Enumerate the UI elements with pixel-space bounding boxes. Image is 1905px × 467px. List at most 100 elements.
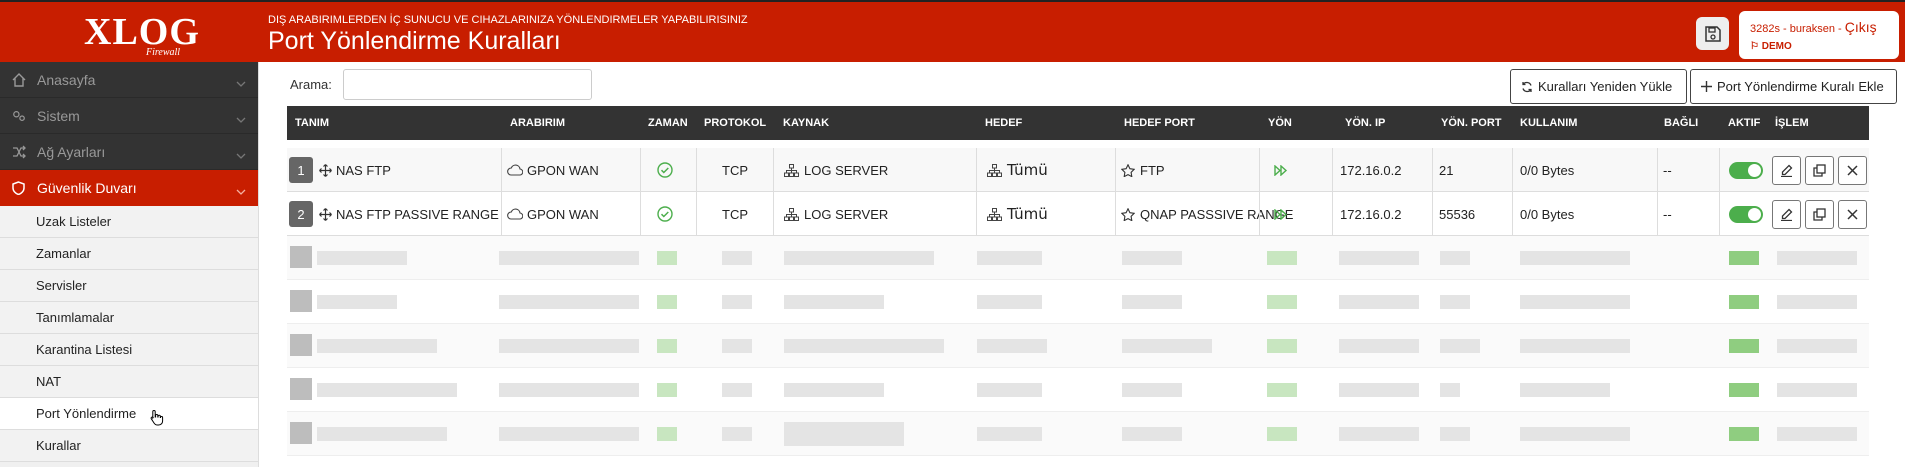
network-icon [12, 145, 26, 159]
logout-link[interactable]: Çıkış [1845, 19, 1877, 35]
sidebar-subitem-servisler[interactable]: Servisler [0, 270, 258, 302]
sidebar-item-guvenlik-duvari[interactable]: Güvenlik Duvarı [0, 170, 258, 206]
logo-subtext: Firewall [146, 47, 181, 58]
edit-button[interactable] [1772, 199, 1801, 229]
destination: Tümü [1007, 161, 1048, 179]
col-hedef[interactable]: HEDEF [985, 117, 1022, 129]
sidebar-subitem-port-yonlendirme[interactable]: Port Yönlendirme [0, 398, 258, 430]
col-yon-ip[interactable]: YÖN. IP [1345, 117, 1385, 129]
search-input[interactable] [343, 69, 592, 100]
cloud-icon [507, 208, 523, 220]
linked: -- [1663, 206, 1672, 222]
col-bagli[interactable]: BAĞLI [1664, 117, 1698, 129]
chevron-down-icon [236, 111, 246, 127]
col-arabirim[interactable]: ARABIRIM [510, 117, 565, 129]
app-window: XLOG Firewall DIŞ ARABIRIMLERDEN İÇ SUNU… [0, 0, 1905, 467]
interface: GPON WAN [527, 162, 599, 178]
add-port-forward-rule-button[interactable]: Port Yönlendirme Kuralı Ekle [1690, 69, 1897, 104]
user-box: 3282s - buraksen - Çıkış ⚐ DEMO [1739, 11, 1899, 59]
logo[interactable]: XLOG Firewall [0, 2, 259, 62]
col-yon[interactable]: YÖN [1268, 117, 1292, 129]
sidebar-subitem-zamanlar[interactable]: Zamanlar [0, 238, 258, 270]
direction-ip: 172.16.0.2 [1340, 162, 1402, 178]
top-bar: XLOG Firewall DIŞ ARABIRIMLERDEN İÇ SUNU… [0, 0, 1905, 62]
direction-port: 21 [1439, 162, 1454, 178]
sidebar-subitem-nat[interactable]: NAT [0, 366, 258, 398]
sidebar-item-ag-ayarlari[interactable]: Ağ Ayarları [0, 134, 258, 170]
rule-name: NAS FTP PASSIVE RANGE [336, 206, 499, 222]
dest-port: FTP [1140, 162, 1165, 178]
sitemap-icon [784, 163, 799, 177]
move-icon[interactable] [319, 207, 332, 221]
delete-button[interactable] [1838, 199, 1867, 229]
blurred-row [287, 236, 1869, 280]
col-tanim[interactable]: TANIM [295, 117, 329, 129]
refresh-icon [1521, 81, 1533, 93]
table-row[interactable]: 1 NAS FTP GPON WAN TCP LOG SERVER Tümü F… [287, 148, 1869, 192]
col-zaman[interactable]: ZAMAN [648, 117, 688, 129]
chevron-down-icon [236, 147, 246, 163]
copy-button[interactable] [1805, 155, 1834, 185]
move-icon[interactable] [319, 163, 332, 177]
save-button[interactable] [1696, 17, 1729, 50]
sidebar-item-label: Sistem [37, 107, 80, 124]
reload-rules-button[interactable]: Kuralları Yeniden Yükle [1510, 69, 1687, 104]
copy-icon [1813, 163, 1826, 177]
protocol: TCP [722, 162, 748, 178]
row-number: 1 [289, 157, 313, 183]
col-kaynak[interactable]: KAYNAK [783, 117, 829, 129]
copy-button[interactable] [1805, 199, 1834, 229]
col-aktif[interactable]: AKTIF [1728, 117, 1760, 129]
sitemap-icon [987, 163, 1002, 177]
sitemap-icon [987, 207, 1002, 221]
star-icon [1121, 163, 1135, 177]
sidebar-subitem-uzak-listeler[interactable]: Uzak Listeler [0, 206, 258, 238]
page-subtitle: DIŞ ARABIRIMLERDEN İÇ SUNUCU VE CIHAZLAR… [268, 14, 748, 26]
cogs-icon [12, 109, 26, 123]
sidebar-item-anasayfa[interactable]: Anasayfa [0, 62, 258, 98]
sidebar-item-label: Ağ Ayarları [37, 143, 106, 160]
delete-button[interactable] [1838, 155, 1867, 185]
sidebar-item-label: Güvenlik Duvarı [37, 180, 137, 196]
shield-icon [12, 181, 26, 195]
edit-button[interactable] [1772, 155, 1801, 185]
sitemap-icon [784, 207, 799, 221]
save-icon [1704, 25, 1721, 42]
edit-icon [1781, 164, 1793, 177]
col-protokol[interactable]: PROTOKOL [704, 117, 766, 129]
col-kullanim[interactable]: KULLANIM [1520, 117, 1577, 129]
destination: Tümü [1007, 205, 1048, 223]
check-circle-icon [657, 206, 673, 222]
table-row[interactable]: 2 NAS FTP PASSIVE RANGE GPON WAN TCP LOG… [287, 192, 1869, 236]
source: LOG SERVER [804, 206, 889, 222]
cloud-icon [507, 164, 523, 176]
protocol: TCP [722, 206, 748, 222]
plus-icon [1701, 81, 1712, 92]
username: 3282s - buraksen [1750, 23, 1835, 35]
sidebar-subitem-label: Port Yönlendirme [36, 406, 137, 421]
search-label: Arama: [290, 77, 332, 92]
forward-icon [1274, 208, 1288, 220]
dest-port: QNAP PASSSIVE RANGE [1140, 206, 1294, 222]
active-toggle[interactable] [1729, 205, 1763, 223]
check-circle-icon [657, 162, 673, 178]
blurred-row [287, 368, 1869, 412]
sidebar-item-sistem[interactable]: Sistem [0, 98, 258, 134]
linked: -- [1663, 162, 1672, 178]
active-toggle[interactable] [1729, 161, 1763, 179]
star-icon [1121, 207, 1135, 221]
sidebar-subitem-kurallar[interactable]: Kurallar [0, 430, 258, 462]
sidebar-subitem-karantina-listesi[interactable]: Karantina Listesi [0, 334, 258, 366]
page-title: Port Yönlendirme Kuralları [268, 27, 561, 55]
home-icon [12, 72, 26, 87]
col-islem[interactable]: İŞLEM [1775, 117, 1809, 129]
col-yon-port[interactable]: YÖN. PORT [1441, 117, 1502, 129]
blurred-rows [287, 236, 1869, 467]
sidebar-subitem-tanimlamalar[interactable]: Tanımlamalar [0, 302, 258, 334]
add-rule-label: Port Yönlendirme Kuralı Ekle [1717, 79, 1884, 94]
col-hedef-port[interactable]: HEDEF PORT [1124, 117, 1195, 129]
chevron-down-icon [236, 75, 246, 91]
close-icon [1847, 164, 1858, 176]
blurred-row [287, 324, 1869, 368]
source: LOG SERVER [804, 162, 889, 178]
